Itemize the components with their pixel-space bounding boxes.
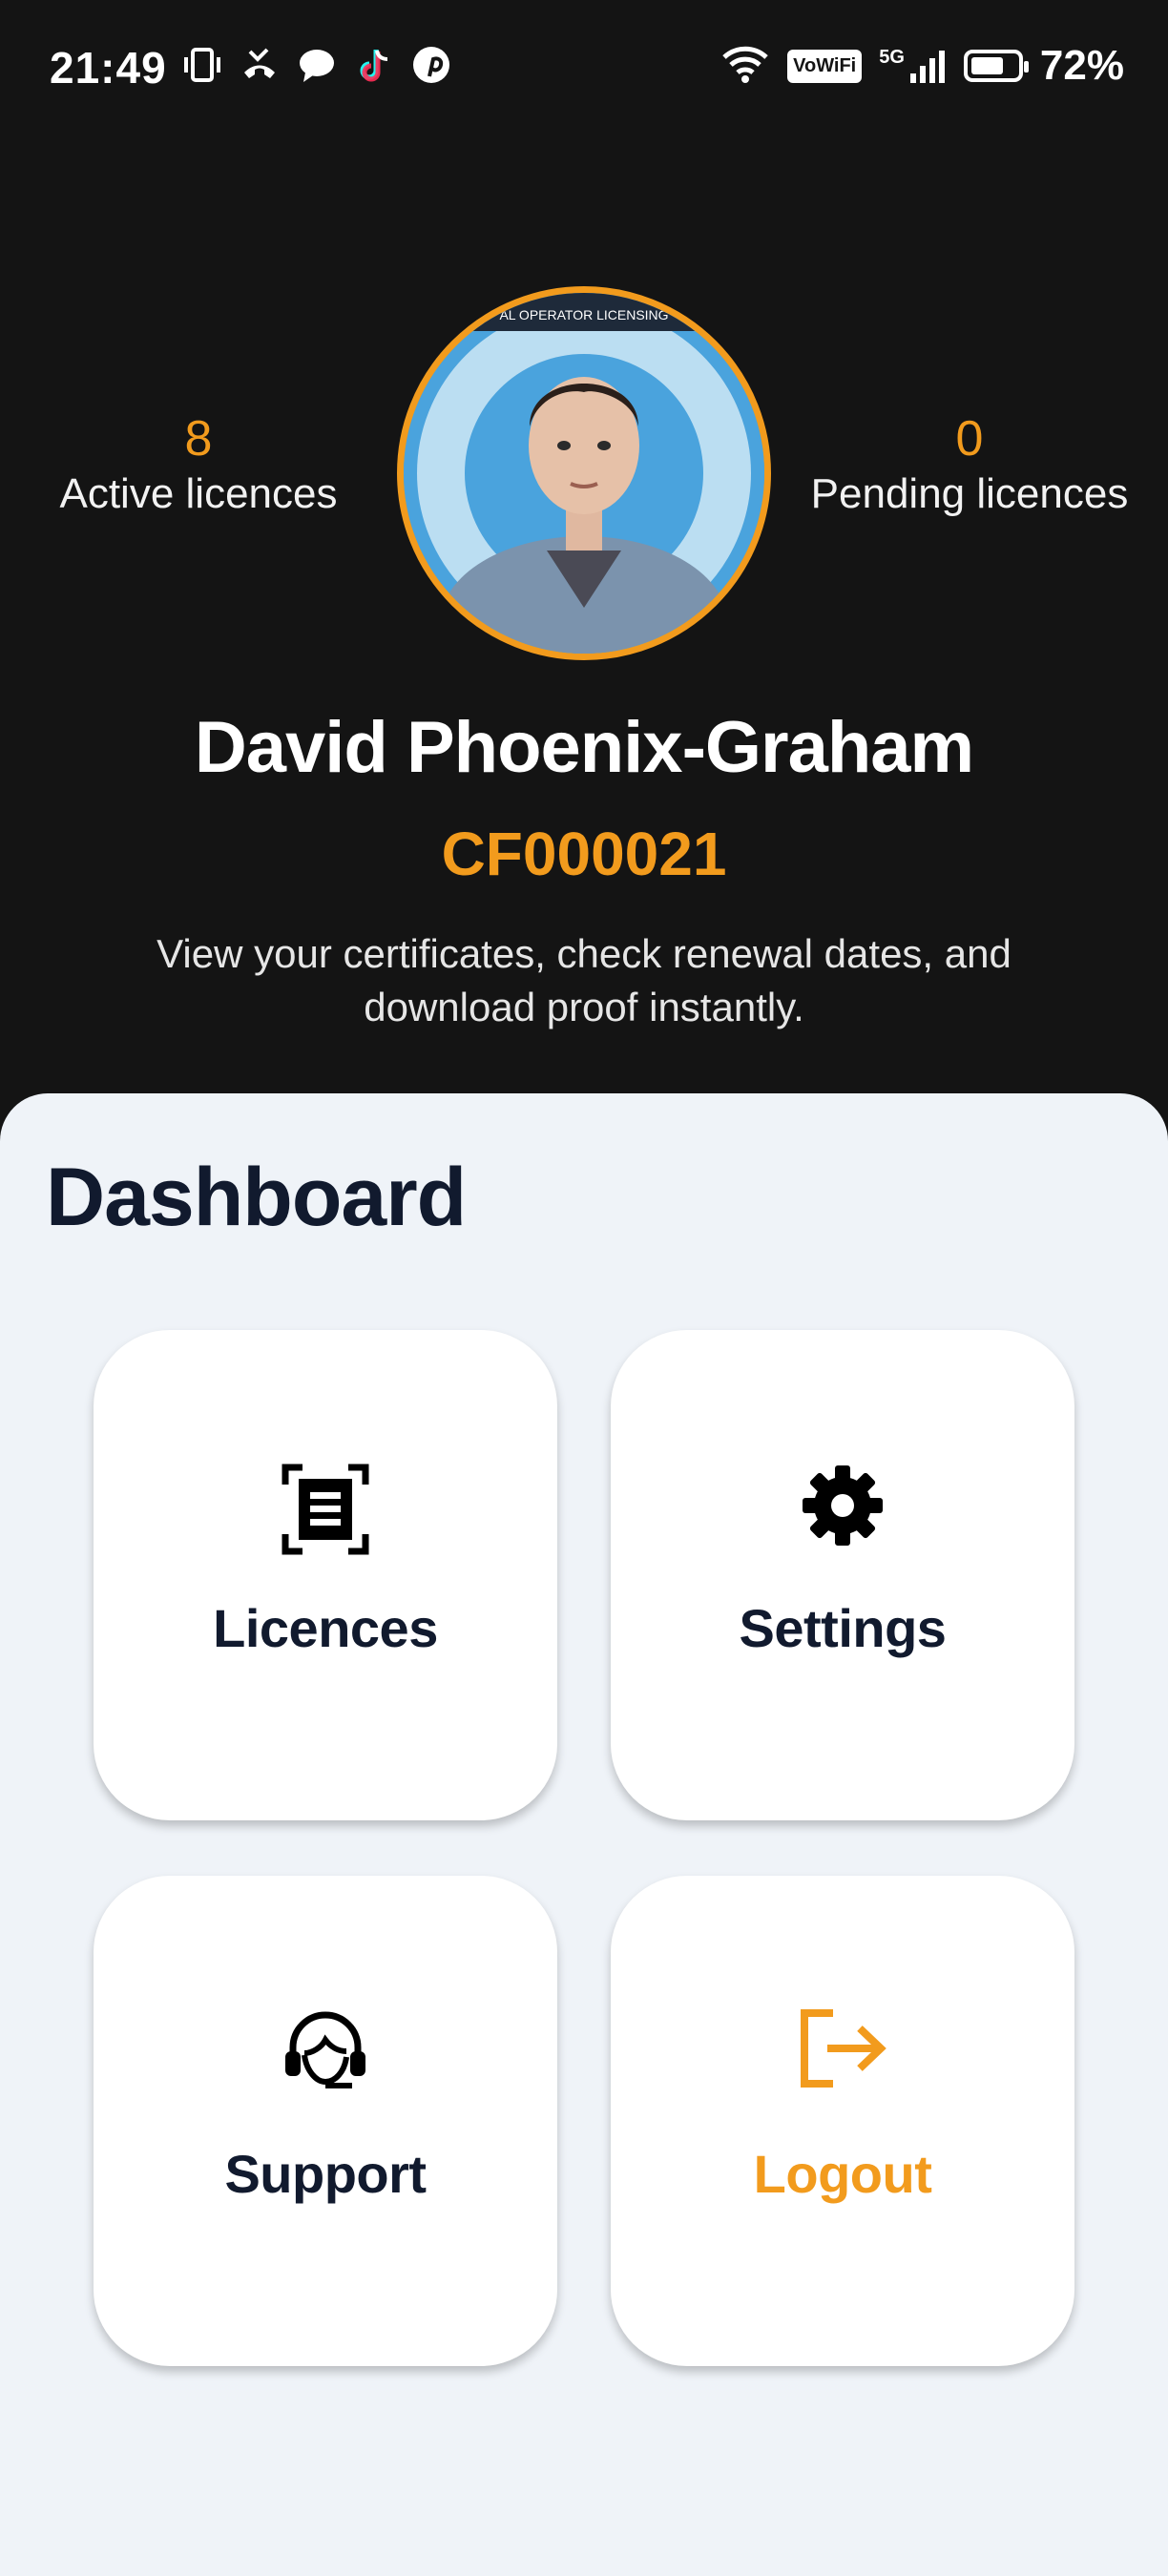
- support-label: Support: [224, 2144, 427, 2204]
- avatar-banner-text: AL OPERATOR LICENSING: [499, 307, 668, 322]
- tiktok-icon: [353, 42, 395, 88]
- logout-tile[interactable]: Logout: [611, 1876, 1074, 2366]
- pending-licences-stat: 0 Pending licences: [788, 410, 1151, 521]
- licence-document-icon: [94, 1464, 557, 1555]
- wifi-icon: [720, 44, 770, 89]
- settings-tile[interactable]: Settings: [611, 1330, 1074, 1820]
- user-id: CF000021: [441, 820, 727, 888]
- network-type: 5G: [879, 47, 905, 68]
- avatar-photo: AL OPERATOR LICENSING: [404, 293, 764, 654]
- dashboard-title: Dashboard: [46, 1152, 467, 1243]
- signal-icon: 5G: [879, 47, 947, 85]
- settings-label: Settings: [739, 1598, 947, 1658]
- system-status: VoWiFi 5G 72%: [720, 42, 1124, 90]
- licences-tile[interactable]: Licences: [94, 1330, 557, 1820]
- licences-label: Licences: [213, 1598, 438, 1658]
- intro-text: View your certificates, check renewal da…: [156, 931, 1012, 1029]
- status-bar: 21:49 VoWiFi 5G 72%: [0, 0, 1168, 143]
- vibrate-icon: [181, 42, 223, 88]
- status-time: 21:49: [50, 43, 167, 93]
- pending-licences-label: Pending licences: [810, 470, 1129, 517]
- logout-icon: [611, 2009, 1074, 2088]
- battery-level: [970, 57, 1003, 74]
- dashboard-panel: Dashboard Licences Settings Support Logo…: [0, 1093, 1168, 2576]
- notification-icons: [181, 42, 452, 88]
- pending-licences-count: 0: [955, 411, 984, 467]
- headset-icon: [94, 2009, 557, 2091]
- avatar: AL OPERATOR LICENSING: [397, 286, 771, 660]
- battery-percent: 72%: [1039, 42, 1124, 89]
- pinterest-icon: [410, 42, 452, 88]
- active-licences-label: Active licences: [59, 470, 338, 517]
- chat-icon: [296, 42, 338, 88]
- support-tile[interactable]: Support: [94, 1876, 557, 2366]
- missed-call-icon: [239, 42, 281, 88]
- battery-icon: [963, 50, 1029, 82]
- vowifi-badge: VoWiFi: [787, 49, 863, 83]
- active-licences-stat: 8 Active licences: [17, 410, 380, 521]
- active-licences-count: 8: [184, 411, 213, 467]
- gear-icon: [611, 1464, 1074, 1548]
- user-name: David Phoenix-Graham: [194, 707, 974, 788]
- logout-label: Logout: [753, 2144, 932, 2204]
